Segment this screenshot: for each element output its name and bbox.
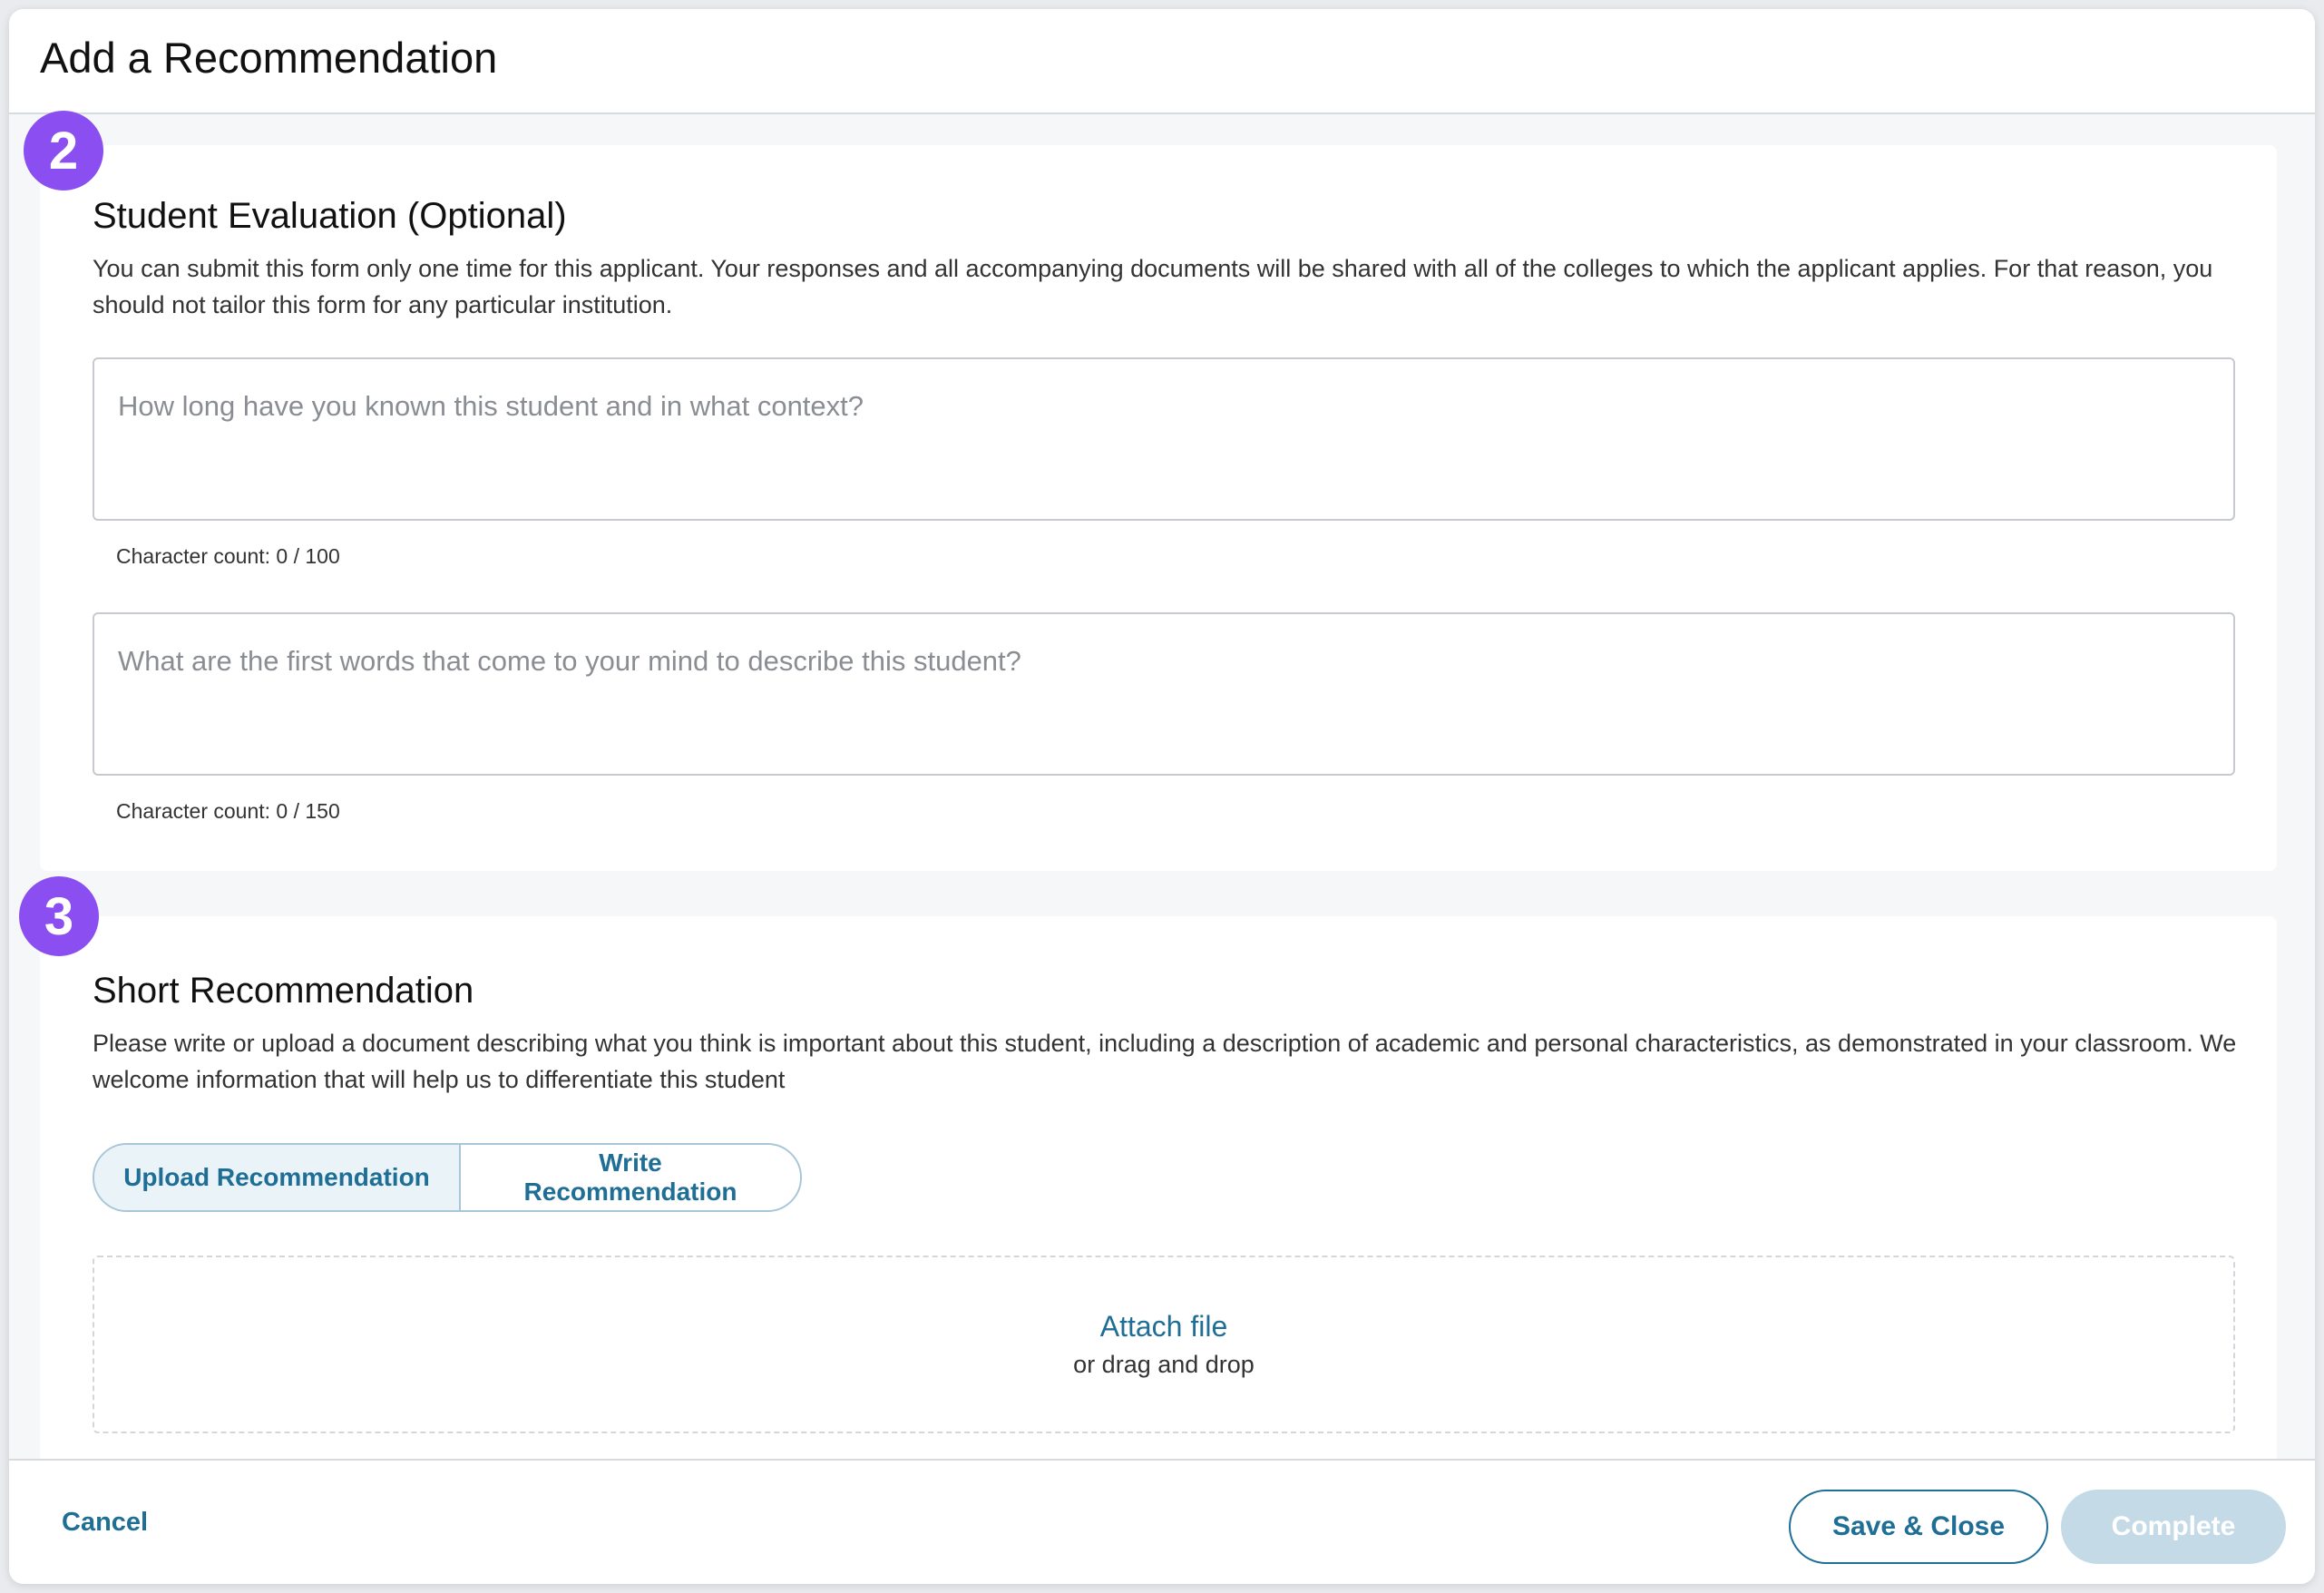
student-evaluation-card: Student Evaluation (Optional) You can su… <box>40 145 2277 871</box>
first-words-char-count: Character count: 0 / 150 <box>116 799 340 823</box>
drag-drop-hint: or drag and drop <box>1073 1351 1255 1378</box>
modal-header: Add a Recommendation <box>9 9 2315 114</box>
recommendation-modal: Add a Recommendation Student Evaluation … <box>9 9 2315 1584</box>
first-words-field-box <box>93 612 2235 776</box>
upload-recommendation-tab[interactable]: Upload Recommendation <box>94 1145 459 1210</box>
known-student-char-count: Character count: 0 / 100 <box>116 544 340 568</box>
cancel-button[interactable]: Cancel <box>62 1508 148 1538</box>
short-recommendation-title: Short Recommendation <box>93 971 474 1011</box>
student-evaluation-title: Student Evaluation (Optional) <box>93 196 567 236</box>
save-close-button[interactable]: Save & Close <box>1789 1490 2048 1564</box>
write-recommendation-tab[interactable]: Write Recommendation <box>459 1145 800 1210</box>
step-3-badge: 3 <box>19 876 99 956</box>
first-words-textarea[interactable] <box>94 614 2233 774</box>
known-student-textarea[interactable] <box>94 359 2233 519</box>
step-2-badge: 2 <box>24 111 103 191</box>
attach-file-link[interactable]: Attach file <box>94 1310 2233 1344</box>
complete-button[interactable]: Complete <box>2061 1490 2286 1564</box>
modal-title: Add a Recommendation <box>40 34 498 82</box>
student-evaluation-description: You can submit this form only one time f… <box>93 255 2213 318</box>
modal-footer: Cancel Save & Close Complete <box>9 1459 2315 1584</box>
file-dropzone[interactable]: Attach file or drag and drop <box>93 1256 2235 1433</box>
recommendation-mode-toggle: Upload Recommendation Write Recommendati… <box>93 1143 802 1212</box>
short-recommendation-card: Short Recommendation Please write or upl… <box>40 916 2277 1479</box>
known-student-field-box <box>93 357 2235 521</box>
short-recommendation-description: Please write or upload a document descri… <box>93 1030 2237 1093</box>
